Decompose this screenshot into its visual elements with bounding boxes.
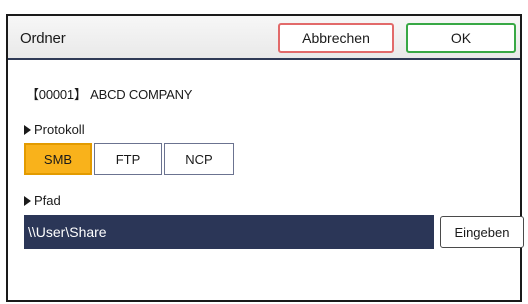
cancel-button[interactable]: Abbrechen: [278, 23, 394, 53]
path-field[interactable]: \\User\Share: [24, 215, 434, 249]
protocol-ftp-button[interactable]: FTP: [94, 143, 162, 175]
enter-button[interactable]: Eingeben: [440, 216, 524, 248]
protocol-label: Protokoll: [34, 122, 85, 137]
triangle-right-icon: [24, 195, 31, 206]
dialog-header: Ordner Abbrechen OK: [8, 16, 520, 60]
path-section-label: Pfad: [24, 193, 61, 208]
protocol-smb-button[interactable]: SMB: [24, 143, 92, 175]
ok-button[interactable]: OK: [406, 23, 516, 53]
protocol-section-label: Protokoll: [24, 122, 85, 137]
dialog-title: Ordner: [20, 30, 66, 47]
folder-dialog: Ordner Abbrechen OK 【00001】 ABCD COMPANY…: [6, 14, 524, 302]
path-label: Pfad: [34, 193, 61, 208]
protocol-ncp-button[interactable]: NCP: [164, 143, 234, 175]
triangle-right-icon: [24, 124, 31, 135]
destination-label: 【00001】 ABCD COMPANY: [26, 87, 193, 102]
